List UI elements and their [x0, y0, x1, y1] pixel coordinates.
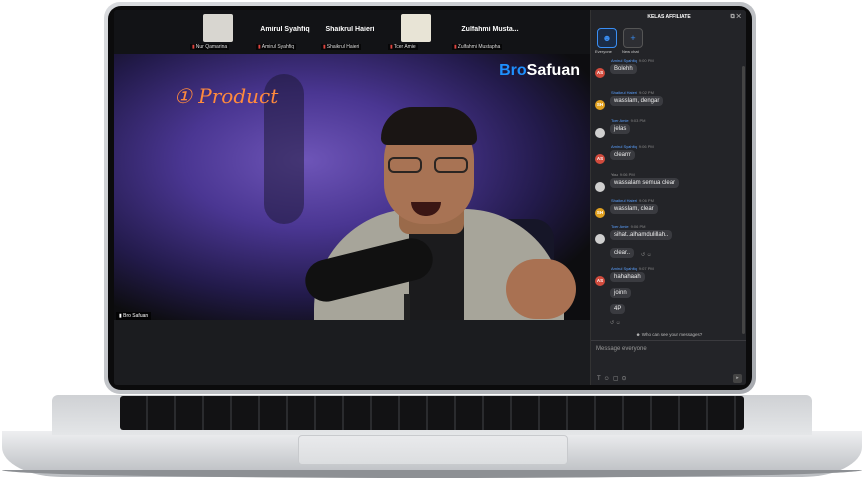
- participant-name: Shaikrul Haieri: [325, 26, 375, 33]
- chat-panel: KELAS AFFILIATE ⧉ ✕ ☻ Everyone + New cha…: [590, 10, 746, 385]
- chat-header: KELAS AFFILIATE ⧉ ✕: [591, 10, 746, 24]
- chat-input-area: Message everyone T☺▢⊙ ▸: [591, 340, 746, 385]
- tab-new-chat[interactable]: +: [623, 28, 643, 48]
- message-bubble: sihat..alhamdulillah..: [610, 230, 673, 240]
- message-bubble: 4P: [610, 304, 626, 314]
- hand: [506, 259, 576, 319]
- reaction-icon[interactable]: ↺ ☺: [641, 252, 652, 258]
- avatar: [595, 234, 605, 244]
- message-sender: Amirul Syahfiq 9:06 PM: [611, 144, 654, 149]
- popout-icon[interactable]: ⧉: [730, 14, 734, 20]
- muted-mic-icon: ▮: [390, 44, 393, 50]
- avatar: [595, 182, 605, 192]
- avatar: AS: [595, 276, 605, 286]
- keyboard: [120, 396, 744, 430]
- message-sender: You 9:06 PM: [611, 172, 635, 177]
- participant-tile[interactable]: ▮Nur Qamarina: [188, 13, 250, 51]
- chat-toolbar: T☺▢⊙: [597, 375, 630, 382]
- muted-mic-icon: ▮: [192, 44, 195, 50]
- participant-label: ▮Amirul Syahfiq: [256, 44, 296, 50]
- participant-label: ▮Shaikrul Haieri: [321, 44, 362, 50]
- participant-tile[interactable]: Amirul Syahfiq ▮Amirul Syahfiq: [254, 13, 316, 51]
- meeting-screen: ▮Nur Qamarina Amirul Syahfiq ▮Amirul Sya…: [114, 10, 746, 385]
- group-icon: ☻: [602, 33, 612, 43]
- who-can-see-link[interactable]: ☻ Who can see your messages?: [591, 332, 746, 337]
- participant-avatar: [203, 14, 233, 42]
- avatar: AS: [595, 68, 605, 78]
- tab-new-chat-label: New chat: [622, 49, 639, 54]
- close-icon[interactable]: ✕: [736, 14, 741, 20]
- message-bubble: wasslam, dengar: [610, 96, 664, 106]
- message-sender: Tcer Amie 9:03 PM: [611, 118, 646, 123]
- chat-title: KELAS AFFILIATE: [647, 14, 691, 20]
- participant-name: Amirul Syahfiq: [260, 26, 310, 33]
- speaker-name-label: ▮ Bro Safuan: [116, 312, 152, 320]
- video-area-empty: [114, 320, 590, 385]
- message-sender: Amirul Syahfiq 9:07 PM: [611, 266, 654, 271]
- participant-tile[interactable]: Shaikrul Haieri ▮Shaikrul Haieri: [319, 13, 381, 51]
- avatar: AS: [595, 154, 605, 164]
- chat-scrollbar[interactable]: [742, 66, 745, 334]
- muted-mic-icon: ▮: [258, 44, 261, 50]
- avatar: [595, 128, 605, 138]
- mic-arm: [404, 294, 410, 320]
- glasses: [388, 157, 470, 175]
- hair: [381, 107, 477, 145]
- message-bubble: clearrr: [610, 150, 636, 160]
- message-bubble: jelas: [610, 124, 631, 134]
- format-icon[interactable]: T: [597, 376, 604, 382]
- message-bubble: wassalam semua clear: [610, 178, 680, 188]
- message-bubble: Bolehh: [610, 64, 637, 74]
- participant-label: ▮Tcer Amie: [388, 44, 418, 50]
- tab-everyone[interactable]: ☻: [597, 28, 617, 48]
- participant-tile[interactable]: ▮Tcer Amie: [386, 13, 448, 51]
- tab-everyone-label: Everyone: [595, 49, 612, 54]
- brand-logo: BroSafuan: [499, 62, 580, 79]
- participant-label: ▮Zulfahmi Mustapha: [452, 44, 503, 50]
- send-button[interactable]: ▸: [733, 374, 742, 383]
- send-icon: ▸: [736, 375, 739, 381]
- emoji-icon[interactable]: ☺: [604, 376, 613, 382]
- message-list[interactable]: Amirul Syahfiq 9:00 PM AS Bolehh Shaikrul…: [591, 58, 743, 326]
- participant-avatar: [401, 14, 431, 42]
- message-sender: Tcer Amie 9:06 PM: [611, 224, 646, 229]
- message-sender: Amirul Syahfiq 9:00 PM: [611, 58, 654, 63]
- message-sender: Shaikrul Haieri 9:06 PM: [611, 198, 654, 203]
- participant-tile[interactable]: Zulfahmi Musta... ▮Zulfahmi Mustapha: [450, 13, 530, 51]
- message-bubble: hahahaah: [610, 272, 645, 282]
- message-bubble: joinn: [610, 288, 631, 298]
- avatar: SH: [595, 208, 605, 218]
- message-input[interactable]: Message everyone: [596, 346, 647, 352]
- muted-mic-icon: ▮: [323, 44, 326, 50]
- plus-icon: +: [630, 33, 636, 43]
- participant-label: ▮Nur Qamarina: [190, 44, 230, 50]
- reaction-icon[interactable]: ↺ ☺: [610, 320, 621, 326]
- avatar: SH: [595, 100, 605, 110]
- message-bubble: wasslam, clear: [610, 204, 658, 214]
- message-bubble: clear..: [610, 248, 635, 258]
- muted-mic-icon: ▮: [454, 44, 457, 50]
- chat-tabs: ☻ Everyone + New chat: [591, 26, 746, 56]
- annotation-text: ① Product: [174, 84, 279, 108]
- trackpad: [298, 435, 568, 465]
- active-speaker-video[interactable]: ① Product BroSafuan ▮ Bro Safuan: [114, 54, 590, 320]
- participant-gallery: ▮Nur Qamarina Amirul Syahfiq ▮Amirul Sya…: [114, 10, 590, 54]
- message-sender: Shaikrul Haieri 9:02 PM: [611, 90, 654, 95]
- screenshot-icon[interactable]: ⊙: [621, 376, 629, 382]
- speaker-figure: [284, 99, 590, 320]
- participant-name: Zulfahmi Musta...: [461, 26, 519, 33]
